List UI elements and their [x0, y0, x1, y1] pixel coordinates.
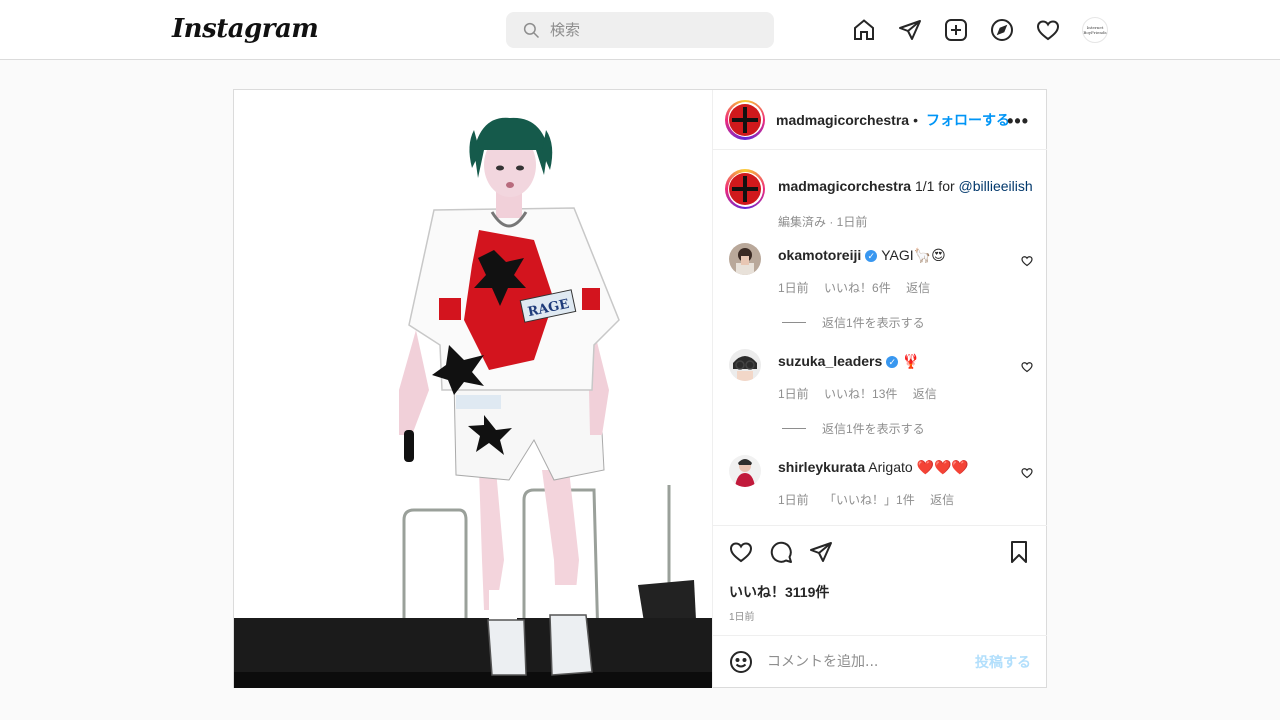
caption-text: madmagicorchestra 1/1 for @billieeilish: [778, 178, 1038, 194]
caption-mention[interactable]: @billieeilish: [959, 178, 1033, 194]
comment-time: 1日前: [778, 387, 809, 401]
comment-username[interactable]: okamotoreiji: [778, 247, 861, 263]
comment-meta: 1日前 いいね！6件 返信: [778, 279, 942, 296]
reply-button[interactable]: 返信: [930, 493, 954, 507]
profile-avatar[interactable]: Internet BoyFriends: [1082, 17, 1108, 43]
comment-meta: 1日前 「いいね！」1件 返信: [778, 491, 966, 508]
post-comment-button[interactable]: 投稿する: [975, 652, 1031, 672]
search-input[interactable]: [550, 21, 750, 39]
comment-bubble-icon[interactable]: [769, 540, 793, 564]
comment-like-heart-icon[interactable]: [1021, 467, 1033, 479]
share-icon[interactable]: [809, 540, 833, 564]
separator-dot: •: [913, 111, 918, 128]
comment-username[interactable]: shirleykurata: [778, 459, 865, 475]
likes-count[interactable]: いいね！3119件: [729, 582, 829, 602]
view-replies-button[interactable]: 返信1件を表示する: [782, 314, 925, 331]
direct-message-icon[interactable]: [898, 18, 922, 42]
more-options-icon[interactable]: •••: [1007, 111, 1029, 132]
search-icon: [523, 22, 540, 39]
post-actions: いいね！3119件 1日前: [713, 525, 1047, 635]
new-post-icon[interactable]: [944, 18, 968, 42]
view-replies-label: 返信1件を表示する: [822, 316, 925, 330]
comment-likes[interactable]: いいね！13件: [824, 387, 897, 401]
follow-button[interactable]: フォローする: [926, 110, 1010, 130]
comment-like-heart-icon[interactable]: [1021, 255, 1033, 267]
instagram-logo[interactable]: Instagram: [172, 14, 319, 44]
explore-compass-icon[interactable]: [990, 18, 1014, 42]
comment-username[interactable]: suzuka_leaders: [778, 353, 882, 369]
comment-like-heart-icon[interactable]: [1021, 361, 1033, 373]
commenter-avatar[interactable]: [729, 243, 761, 275]
comment-text: 🦞: [902, 353, 920, 369]
comment-item: suzuka_leaders ✓ 🦞 1日前 いいね！13件 返信 返信1件を表示す…: [729, 349, 1039, 449]
comments-section[interactable]: madmagicorchestra 1/1 for @billieeilish …: [713, 151, 1047, 525]
commenter-avatar[interactable]: [729, 455, 761, 487]
activity-heart-icon[interactable]: [1036, 18, 1060, 42]
post-photo[interactable]: RAGE: [234, 90, 713, 688]
search-box[interactable]: [506, 12, 774, 48]
add-comment-bar: 投稿する: [713, 635, 1047, 688]
comment-meta: 1日前 いいね！13件 返信: [778, 385, 949, 402]
comment-likes[interactable]: いいね！6件: [824, 281, 891, 295]
caption-meta: 編集済み · 1日前: [778, 215, 868, 229]
view-replies-button[interactable]: 返信1件を表示する: [782, 420, 925, 437]
reply-button[interactable]: 返信: [906, 281, 930, 295]
home-icon[interactable]: [852, 18, 876, 42]
verified-badge-icon: ✓: [865, 250, 878, 262]
reply-button[interactable]: 返信: [913, 387, 937, 401]
comment-text: Arigato ❤️❤️❤️: [868, 459, 969, 475]
comment-item: okamotoreiji ✓ YAGI🦙😍 1日前 いいね！6件 返信 返信1件を表…: [729, 243, 1039, 343]
post-header: madmagicorchestra • フォローする •••: [713, 90, 1047, 150]
caption-body: 1/1 for: [914, 178, 955, 194]
caption-avatar[interactable]: [725, 169, 765, 209]
comment-time: 1日前: [778, 493, 809, 507]
post-image: RAGE: [234, 90, 712, 688]
verified-badge-icon: ✓: [886, 356, 899, 368]
author-avatar[interactable]: [725, 99, 765, 140]
top-navigation-bar: Instagram Internet BoyFriends: [0, 0, 1280, 60]
comment-time: 1日前: [778, 281, 809, 295]
nav-icons: Internet BoyFriends: [852, 17, 1108, 43]
comment-likes[interactable]: 「いいね！」1件: [824, 493, 915, 507]
caption-username[interactable]: madmagicorchestra: [778, 178, 911, 194]
comment-item: shirleykurata Arigato ❤️❤️❤️ 1日前 「いいね！」1…: [729, 455, 1039, 525]
commenter-avatar[interactable]: [729, 349, 761, 381]
view-replies-label: 返信1件を表示する: [822, 422, 925, 436]
author-username[interactable]: madmagicorchestra: [776, 112, 909, 128]
comment-input[interactable]: [767, 654, 967, 670]
save-bookmark-icon[interactable]: [1007, 540, 1031, 564]
post-card: RAGE madmagicorchestra • フォローする ••• madm…: [233, 89, 1047, 688]
like-heart-icon[interactable]: [729, 540, 753, 564]
comment-text: YAGI🦙😍: [881, 247, 946, 263]
post-sidebar: madmagicorchestra • フォローする ••• madmagico…: [713, 90, 1047, 688]
emoji-icon[interactable]: [729, 650, 753, 674]
post-timestamp[interactable]: 1日前: [729, 608, 755, 623]
